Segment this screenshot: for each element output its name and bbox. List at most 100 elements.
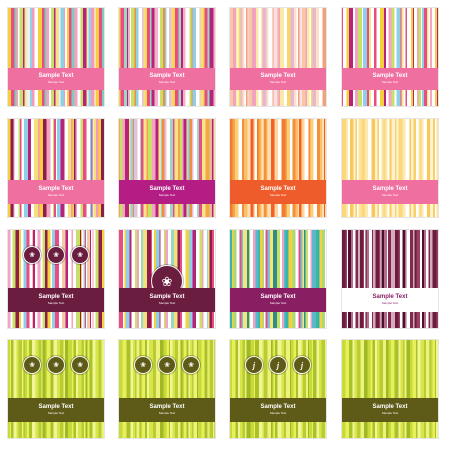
sample-title: Sample Text xyxy=(38,294,74,300)
sample-subtitle: Sample Text xyxy=(158,193,176,197)
letter-icon: j xyxy=(252,360,256,370)
letter-badge: j xyxy=(270,357,286,373)
sample-subtitle: Sample Text xyxy=(47,193,65,197)
card-tile: Sample Text Sample Text xyxy=(119,8,215,106)
sample-title: Sample Text xyxy=(38,186,74,192)
card-tile: Sample Text Sample Text xyxy=(342,8,438,106)
flower-badge: ❀ xyxy=(48,357,64,373)
label-band: Sample Text Sample Text xyxy=(342,180,438,204)
flower-icon: ❀ xyxy=(77,361,83,369)
flower-badge: ❀ xyxy=(183,357,199,373)
badge-row: ❀ ❀ ❀ xyxy=(119,357,215,373)
stripe-pattern xyxy=(342,230,438,328)
card-tile: Sample Text Sample Text xyxy=(230,119,326,217)
label-band: Sample Text Sample Text xyxy=(8,68,104,90)
label-band: Sample Text Sample Text xyxy=(8,288,104,312)
flower-icon: ❀ xyxy=(29,361,35,369)
letter-badge: j xyxy=(294,357,310,373)
flower-badge: ❀ xyxy=(159,357,175,373)
sample-subtitle: Sample Text xyxy=(158,80,176,84)
label-band: Sample Text Sample Text xyxy=(8,180,104,204)
card-tile: Sample Text Sample Text xyxy=(342,119,438,217)
label-band: Sample Text Sample Text xyxy=(119,288,215,312)
card-tile: Sample Text Sample Text xyxy=(8,8,104,106)
flower-badge: ❀ xyxy=(135,357,151,373)
flower-badge: ❀ xyxy=(24,247,40,263)
stripe-pattern xyxy=(230,340,326,438)
card-tile: ❀ Sample Text Sample Text xyxy=(119,230,215,328)
flower-badge: ❀ xyxy=(72,247,88,263)
letter-icon: j xyxy=(300,360,304,370)
card-tile: Sample Text Sample Text xyxy=(342,340,438,438)
sample-subtitle: Sample Text xyxy=(269,80,287,84)
flower-icon: ❀ xyxy=(161,273,173,289)
flower-badge: ❀ xyxy=(48,247,64,263)
label-band: Sample Text Sample Text xyxy=(342,68,438,90)
sample-subtitle: Sample Text xyxy=(269,301,287,305)
card-tile: Sample Text Sample Text xyxy=(230,8,326,106)
sample-title: Sample Text xyxy=(149,404,185,410)
sample-subtitle: Sample Text xyxy=(158,301,176,305)
stripe-pattern xyxy=(119,340,215,438)
card-tile: Sample Text Sample Text xyxy=(119,119,215,217)
label-band: Sample Text Sample Text xyxy=(230,180,326,204)
sample-subtitle: Sample Text xyxy=(381,80,399,84)
flower-icon: ❀ xyxy=(140,361,146,369)
stripe-pattern xyxy=(342,8,438,106)
flower-icon: ❀ xyxy=(53,251,59,259)
sample-subtitle: Sample Text xyxy=(47,80,65,84)
flower-icon: ❀ xyxy=(53,361,59,369)
sample-title: Sample Text xyxy=(372,404,408,410)
sample-subtitle: Sample Text xyxy=(158,411,176,415)
card-tile: Sample Text Sample Text xyxy=(342,230,438,328)
label-band: Sample Text Sample Text xyxy=(119,398,215,422)
sample-title: Sample Text xyxy=(260,294,296,300)
sample-title: Sample Text xyxy=(372,73,408,79)
sample-subtitle: Sample Text xyxy=(47,411,65,415)
stripe-pattern xyxy=(342,340,438,438)
sample-title: Sample Text xyxy=(260,73,296,79)
sample-title: Sample Text xyxy=(372,294,408,300)
flower-icon: ❀ xyxy=(164,361,170,369)
flower-icon: ❀ xyxy=(29,251,35,259)
sample-subtitle: Sample Text xyxy=(381,193,399,197)
stripe-pattern xyxy=(230,230,326,328)
flower-icon: ❀ xyxy=(77,251,83,259)
sample-subtitle: Sample Text xyxy=(269,193,287,197)
sample-title: Sample Text xyxy=(149,294,185,300)
stripe-pattern xyxy=(8,8,104,106)
sample-subtitle: Sample Text xyxy=(381,301,399,305)
flower-icon: ❀ xyxy=(188,361,194,369)
card-tile: ❀ ❀ ❀ Sample Text Sample Text xyxy=(8,340,104,438)
label-band: Sample Text Sample Text xyxy=(119,68,215,90)
card-tile: Sample Text Sample Text xyxy=(8,119,104,217)
label-band: Sample Text Sample Text xyxy=(119,180,215,204)
flower-badge: ❀ xyxy=(24,357,40,373)
label-band: Sample Text Sample Text xyxy=(8,398,104,422)
sample-title: Sample Text xyxy=(38,73,74,79)
sample-title: Sample Text xyxy=(149,186,185,192)
sample-subtitle: Sample Text xyxy=(47,301,65,305)
sample-subtitle: Sample Text xyxy=(269,411,287,415)
label-band: Sample Text Sample Text xyxy=(342,398,438,422)
letter-icon: j xyxy=(276,360,280,370)
stripe-pattern xyxy=(230,8,326,106)
card-pattern-grid: Sample Text Sample Text Sample Text Sample … xyxy=(0,0,450,450)
label-band: Sample Text Sample Text xyxy=(230,398,326,422)
sample-title: Sample Text xyxy=(372,186,408,192)
sample-title: Sample Text xyxy=(149,73,185,79)
badge-row: jjj xyxy=(230,357,326,373)
sample-title: Sample Text xyxy=(260,404,296,410)
label-band: Sample Text Sample Text xyxy=(342,288,438,312)
card-tile: ❀ ❀ ❀ Sample Text Sample Text xyxy=(119,340,215,438)
badge-row: ❀ ❀ ❀ xyxy=(8,247,104,263)
sample-title: Sample Text xyxy=(38,404,74,410)
sample-title: Sample Text xyxy=(260,186,296,192)
stripe-pattern xyxy=(8,230,104,328)
card-tile: ❀ ❀ ❀ Sample Text Sample Text xyxy=(8,230,104,328)
sample-subtitle: Sample Text xyxy=(381,411,399,415)
stripe-pattern xyxy=(119,8,215,106)
badge-row: ❀ ❀ ❀ xyxy=(8,357,104,373)
label-band: Sample Text Sample Text xyxy=(230,288,326,312)
label-band: Sample Text Sample Text xyxy=(230,68,326,90)
